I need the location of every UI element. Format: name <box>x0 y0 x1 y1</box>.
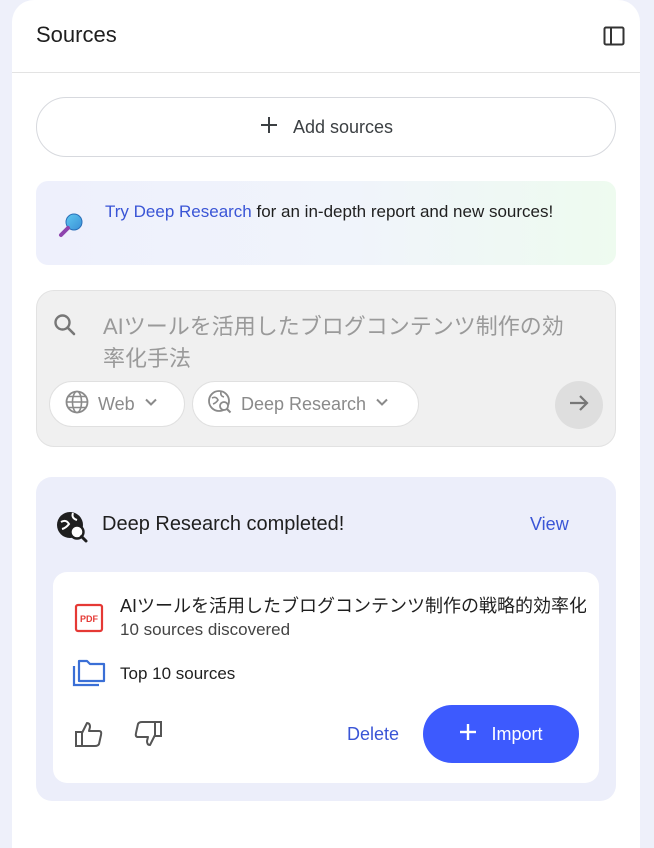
globe-search-icon <box>55 510 89 549</box>
panel-title: Sources <box>36 22 117 47</box>
import-label: Import <box>491 723 543 744</box>
chevron-down-icon <box>143 394 159 415</box>
add-sources-label: Add sources <box>292 116 394 137</box>
deep-research-chip-label: Deep Research <box>241 393 367 414</box>
thumbs-down-icon[interactable] <box>133 719 163 754</box>
plus-icon <box>459 723 477 746</box>
delete-button[interactable]: Delete <box>347 724 399 745</box>
globe-icon <box>64 389 90 420</box>
thumbs-up-icon[interactable] <box>74 719 104 754</box>
arrow-right-icon <box>567 391 591 420</box>
deep-research-result: Deep Research completed! View PDF AIツールを… <box>36 477 616 801</box>
research-report-card: PDF AIツールを活用したブログコンテンツ制作の戦略的効率化 10 sourc… <box>53 572 599 783</box>
folder-icon <box>72 658 106 693</box>
submit-arrow-button[interactable] <box>555 381 603 429</box>
search-icon <box>52 312 78 343</box>
result-title: Deep Research completed! <box>102 513 345 535</box>
deep-research-promo: Try Deep Research for an in-depth report… <box>36 181 616 265</box>
panel-header: Sources <box>12 0 640 73</box>
svg-text:PDF: PDF <box>80 614 99 624</box>
search-input[interactable]: AIツールを活用したブログコンテンツ制作の効率化手法 <box>103 311 573 375</box>
magnifier-icon <box>58 211 86 244</box>
pdf-icon: PDF <box>74 603 104 638</box>
plus-icon <box>259 115 279 140</box>
chevron-down-icon <box>374 394 390 415</box>
deep-research-chip[interactable]: Deep Research <box>192 381 419 427</box>
promo-text: Try Deep Research for an in-depth report… <box>105 200 585 224</box>
report-title[interactable]: AIツールを活用したブログコンテンツ制作の戦略的効率化 <box>120 592 586 618</box>
promo-description: for an in-depth report and new sources! <box>251 202 554 221</box>
sources-discovered-count: 10 sources discovered <box>120 620 291 639</box>
add-sources-button[interactable]: Add sources <box>36 97 616 157</box>
web-source-chip[interactable]: Web <box>49 381 185 427</box>
panel-toggle-icon[interactable] <box>602 24 626 48</box>
sources-panel: Sources Add sources Try Deep Research fo… <box>12 0 640 848</box>
globe-search-icon <box>207 389 233 420</box>
try-deep-research-link[interactable]: Try Deep Research <box>105 202 252 221</box>
web-chip-label: Web <box>98 393 135 414</box>
view-button[interactable]: View <box>530 514 569 535</box>
top-sources-link[interactable]: Top 10 sources <box>120 664 235 684</box>
import-button[interactable]: Import <box>423 705 579 763</box>
research-search-box[interactable]: AIツールを活用したブログコンテンツ制作の効率化手法 Web Deep Rese… <box>36 290 616 447</box>
